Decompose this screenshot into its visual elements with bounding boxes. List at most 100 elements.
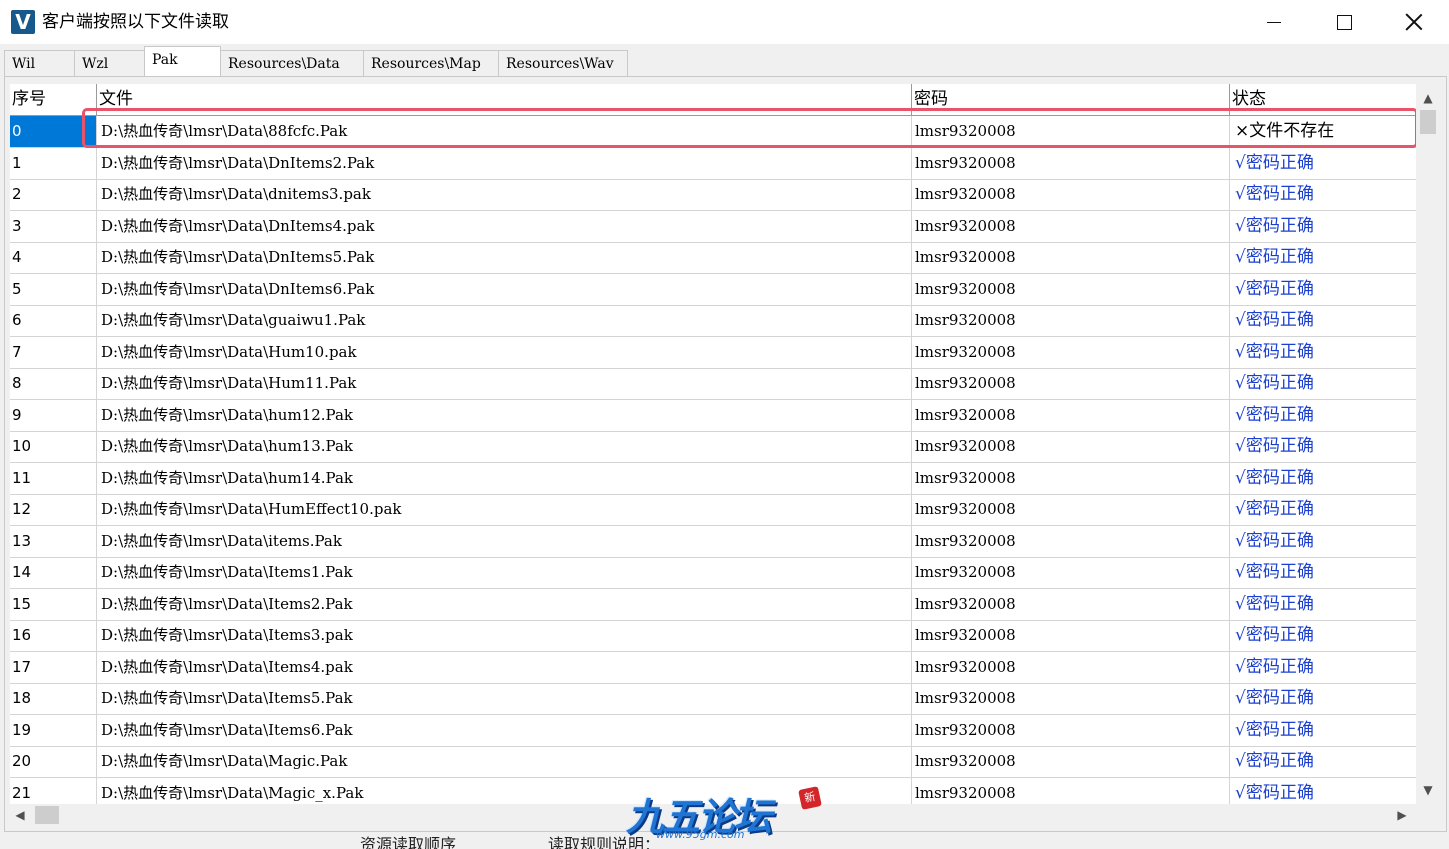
row-status-cell[interactable]: √密码正确 bbox=[1230, 778, 1416, 805]
table-row[interactable]: 5 D:\热血传奇\lmsr\Data\DnItems6.Pak lmsr93200… bbox=[10, 273, 1416, 306]
row-password-cell[interactable]: lmsr9320008 bbox=[912, 777, 1230, 804]
row-status-cell[interactable]: √密码正确 bbox=[1230, 242, 1416, 273]
row-file-cell[interactable]: D:\热血传奇\lmsr\Data\hum13.Pak bbox=[97, 431, 912, 462]
row-status-cell[interactable]: √密码正确 bbox=[1230, 400, 1416, 431]
row-file-cell[interactable]: D:\热血传奇\lmsr\Data\Items1.Pak bbox=[97, 557, 912, 588]
row-index-cell[interactable]: 2 bbox=[10, 179, 97, 210]
row-password-cell[interactable]: lmsr9320008 bbox=[912, 431, 1230, 462]
row-index-cell[interactable]: 1 bbox=[10, 147, 97, 179]
row-index-cell[interactable]: 21 bbox=[10, 777, 97, 804]
vertical-scrollbar[interactable]: ▲ ▼ bbox=[1416, 84, 1440, 804]
column-header-status[interactable]: 状态 bbox=[1230, 84, 1416, 116]
minimize-button[interactable] bbox=[1239, 0, 1309, 44]
table-row[interactable]: 1 D:\热血传奇\lmsr\Data\DnItems2.Pak lmsr93200… bbox=[10, 147, 1416, 180]
row-file-cell[interactable]: D:\热血传奇\lmsr\Data\Hum10.pak bbox=[97, 336, 912, 368]
tab-resources-data[interactable]: Resources\Data bbox=[220, 50, 364, 76]
row-file-cell[interactable]: D:\热血传奇\lmsr\Data\Hum11.Pak bbox=[97, 368, 912, 399]
table-row[interactable]: 19 D:\热血传奇\lmsr\Data\Items6.Pak lmsr932000… bbox=[10, 714, 1416, 747]
row-status-cell[interactable]: √密码正确 bbox=[1230, 652, 1416, 683]
row-status-cell[interactable]: √密码正确 bbox=[1230, 589, 1416, 620]
row-index-cell[interactable]: 8 bbox=[10, 368, 97, 399]
row-file-cell[interactable]: D:\热血传奇\lmsr\Data\DnItems2.Pak bbox=[97, 147, 912, 179]
row-status-cell[interactable]: √密码正确 bbox=[1230, 431, 1416, 462]
table-row[interactable]: 3 D:\热血传奇\lmsr\Data\DnItems4.pak lmsr93200… bbox=[10, 210, 1416, 243]
row-status-cell[interactable]: √密码正确 bbox=[1230, 463, 1416, 494]
row-index-cell[interactable]: 3 bbox=[10, 210, 97, 242]
row-file-cell[interactable]: D:\热血传奇\lmsr\Data\Items3.pak bbox=[97, 620, 912, 651]
row-file-cell[interactable]: D:\热血传奇\lmsr\Data\HumEffect10.pak bbox=[97, 494, 912, 525]
row-password-cell[interactable]: lmsr9320008 bbox=[912, 116, 1230, 147]
row-password-cell[interactable]: lmsr9320008 bbox=[912, 620, 1230, 651]
scroll-left-icon[interactable]: ◀ bbox=[11, 807, 29, 823]
row-password-cell[interactable]: lmsr9320008 bbox=[912, 336, 1230, 368]
row-file-cell[interactable]: D:\热血传奇\lmsr\Data\guaiwu1.Pak bbox=[97, 305, 912, 336]
row-status-cell[interactable]: √密码正确 bbox=[1230, 337, 1416, 368]
row-status-cell[interactable]: √密码正确 bbox=[1230, 274, 1416, 305]
row-file-cell[interactable]: D:\热血传奇\lmsr\Data\dnitems3.pak bbox=[97, 179, 912, 210]
row-file-cell[interactable]: D:\热血传奇\lmsr\Data\DnItems5.Pak bbox=[97, 242, 912, 273]
row-password-cell[interactable]: lmsr9320008 bbox=[912, 746, 1230, 777]
row-file-cell[interactable]: D:\热血传奇\lmsr\Data\Items6.Pak bbox=[97, 714, 912, 746]
row-password-cell[interactable]: lmsr9320008 bbox=[912, 242, 1230, 273]
row-password-cell[interactable]: lmsr9320008 bbox=[912, 651, 1230, 683]
tab-resources-wav[interactable]: Resources\Wav bbox=[498, 50, 628, 76]
row-password-cell[interactable]: lmsr9320008 bbox=[912, 588, 1230, 620]
row-status-cell[interactable]: √密码正确 bbox=[1230, 211, 1416, 242]
scroll-up-icon[interactable]: ▲ bbox=[1419, 90, 1437, 106]
row-status-cell[interactable]: √密码正确 bbox=[1230, 746, 1416, 777]
row-status-cell[interactable]: √密码正确 bbox=[1230, 368, 1416, 399]
row-file-cell[interactable]: D:\热血传奇\lmsr\Data\Items4.pak bbox=[97, 651, 912, 683]
row-index-cell[interactable]: 13 bbox=[10, 525, 97, 557]
table-row[interactable]: 4 D:\热血传奇\lmsr\Data\DnItems5.Pak lmsr93200… bbox=[10, 242, 1416, 274]
row-file-cell[interactable]: D:\热血传奇\lmsr\Data\hum12.Pak bbox=[97, 399, 912, 431]
row-index-cell[interactable]: 0 bbox=[10, 116, 97, 147]
row-status-cell[interactable]: √密码正确 bbox=[1230, 557, 1416, 588]
row-status-cell[interactable]: √密码正确 bbox=[1230, 179, 1416, 210]
row-password-cell[interactable]: lmsr9320008 bbox=[912, 683, 1230, 714]
row-password-cell[interactable]: lmsr9320008 bbox=[912, 557, 1230, 588]
row-password-cell[interactable]: lmsr9320008 bbox=[912, 368, 1230, 399]
table-row[interactable]: 12 D:\热血传奇\lmsr\Data\HumEffect10.pak lmsr9… bbox=[10, 494, 1416, 526]
row-index-cell[interactable]: 17 bbox=[10, 651, 97, 683]
row-status-cell[interactable]: √密码正确 bbox=[1230, 305, 1416, 336]
row-index-cell[interactable]: 14 bbox=[10, 557, 97, 588]
horizontal-scroll-thumb[interactable] bbox=[35, 806, 59, 824]
table-row[interactable]: 20 D:\热血传奇\lmsr\Data\Magic.Pak lmsr9320008… bbox=[10, 746, 1416, 778]
vertical-scroll-thumb[interactable] bbox=[1420, 110, 1436, 134]
row-file-cell[interactable]: D:\热血传奇\lmsr\Data\Items2.Pak bbox=[97, 588, 912, 620]
table-row[interactable]: 11 D:\热血传奇\lmsr\Data\hum14.Pak lmsr9320008… bbox=[10, 462, 1416, 495]
table-row[interactable]: 8 D:\热血传奇\lmsr\Data\Hum11.Pak lmsr9320008 √… bbox=[10, 368, 1416, 400]
row-file-cell[interactable]: D:\热血传奇\lmsr\Data\DnItems4.pak bbox=[97, 210, 912, 242]
file-grid[interactable]: 序号 文件 密码 状态 0 D:\热血传奇\lmsr\Data\88fcfc.Pa… bbox=[10, 84, 1416, 804]
row-index-cell[interactable]: 7 bbox=[10, 336, 97, 368]
table-row[interactable]: 15 D:\热血传奇\lmsr\Data\Items2.Pak lmsr932000… bbox=[10, 588, 1416, 621]
table-row[interactable]: 18 D:\热血传奇\lmsr\Data\Items5.Pak lmsr932000… bbox=[10, 683, 1416, 715]
row-status-cell[interactable]: √密码正确 bbox=[1230, 526, 1416, 557]
row-status-cell[interactable]: √密码正确 bbox=[1230, 148, 1416, 179]
table-row[interactable]: 0 D:\热血传奇\lmsr\Data\88fcfc.Pak lmsr9320008… bbox=[10, 116, 1416, 148]
scroll-right-icon[interactable]: ▶ bbox=[1393, 807, 1411, 823]
maximize-button[interactable] bbox=[1309, 0, 1379, 44]
row-status-cell[interactable]: √密码正确 bbox=[1230, 683, 1416, 714]
table-row[interactable]: 14 D:\热血传奇\lmsr\Data\Items1.Pak lmsr932000… bbox=[10, 557, 1416, 589]
row-file-cell[interactable]: D:\热血传奇\lmsr\Data\DnItems6.Pak bbox=[97, 273, 912, 305]
close-button[interactable] bbox=[1379, 0, 1449, 44]
table-row[interactable]: 2 D:\热血传奇\lmsr\Data\dnitems3.pak lmsr93200… bbox=[10, 179, 1416, 211]
row-status-cell[interactable]: √密码正确 bbox=[1230, 620, 1416, 651]
table-row[interactable]: 7 D:\热血传奇\lmsr\Data\Hum10.pak lmsr9320008 √… bbox=[10, 336, 1416, 369]
row-password-cell[interactable]: lmsr9320008 bbox=[912, 179, 1230, 210]
row-password-cell[interactable]: lmsr9320008 bbox=[912, 525, 1230, 557]
row-index-cell[interactable]: 11 bbox=[10, 462, 97, 494]
column-header-index[interactable]: 序号 bbox=[10, 84, 97, 116]
row-status-cell[interactable]: √密码正确 bbox=[1230, 494, 1416, 525]
row-index-cell[interactable]: 5 bbox=[10, 273, 97, 305]
table-row[interactable]: 17 D:\热血传奇\lmsr\Data\Items4.pak lmsr932000… bbox=[10, 651, 1416, 684]
row-index-cell[interactable]: 15 bbox=[10, 588, 97, 620]
row-password-cell[interactable]: lmsr9320008 bbox=[912, 210, 1230, 242]
row-file-cell[interactable]: D:\热血传奇\lmsr\Data\Items5.Pak bbox=[97, 683, 912, 714]
row-index-cell[interactable]: 9 bbox=[10, 399, 97, 431]
row-index-cell[interactable]: 6 bbox=[10, 305, 97, 336]
row-file-cell[interactable]: D:\热血传奇\lmsr\Data\items.Pak bbox=[97, 525, 912, 557]
scroll-down-icon[interactable]: ▼ bbox=[1419, 782, 1437, 798]
row-index-cell[interactable]: 10 bbox=[10, 431, 97, 462]
